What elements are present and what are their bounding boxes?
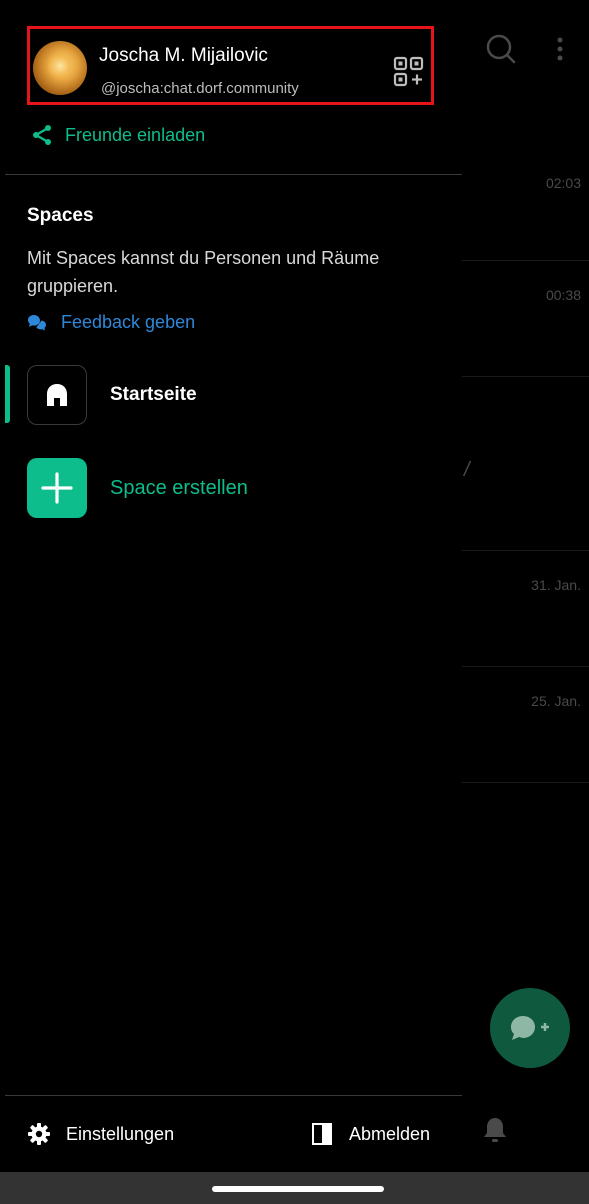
logout-label: Abmelden: [349, 1123, 431, 1144]
room-row[interactable]: /: [462, 377, 589, 551]
search-icon[interactable]: [484, 32, 518, 66]
feedback-link[interactable]: Feedback geben: [27, 312, 195, 333]
logout-button[interactable]: Abmelden: [311, 1122, 430, 1146]
create-space-tile: [27, 458, 87, 518]
room-row[interactable]: 25. Jan.: [462, 667, 589, 783]
spaces-heading: Spaces: [27, 205, 94, 226]
home-tile: [27, 365, 87, 425]
feedback-chat-icon: [28, 314, 46, 330]
gear-icon: [28, 1123, 50, 1145]
room-timestamp: 25. Jan.: [531, 693, 581, 709]
plus-icon: [41, 472, 73, 504]
new-chat-icon: [511, 1016, 549, 1040]
divider: [5, 174, 462, 175]
create-space-label: Space erstellen: [110, 476, 248, 499]
share-icon: [33, 125, 51, 145]
room-timestamp: 02:03: [545, 175, 581, 191]
room-timestamp: 31. Jan.: [531, 577, 581, 593]
room-timestamp: 00:38: [545, 287, 581, 303]
navigation-drawer: Joscha M. Mijailovic @joscha:chat.dorf.c…: [5, 0, 462, 1172]
spaces-description: Mit Spaces kannst du Personen und Räume …: [27, 248, 380, 296]
room-text-fragment: /: [464, 459, 470, 481]
profile-header[interactable]: Joscha M. Mijailovic @joscha:chat.dorf.c…: [27, 26, 434, 105]
settings-label: Einstellungen: [66, 1123, 175, 1144]
profile-name: Joscha M. Mijailovic: [99, 45, 268, 66]
settings-button[interactable]: Einstellungen: [27, 1122, 174, 1146]
space-item-home[interactable]: Startseite: [27, 365, 197, 425]
home-icon: [47, 384, 67, 406]
home-gesture-handle[interactable]: [212, 1186, 384, 1192]
room-row[interactable]: 31. Jan.: [462, 551, 589, 667]
notifications-bell-icon[interactable]: [482, 1116, 508, 1144]
screen: 02:03 00:38 / 31. Jan. 25. Jan. Joscha M…: [0, 0, 589, 1204]
feedback-label: Feedback geben: [61, 312, 196, 332]
create-space-button[interactable]: Space erstellen: [27, 458, 248, 518]
room-row[interactable]: 02:03: [462, 175, 589, 261]
active-space-indicator: [5, 365, 10, 423]
invite-friends-button[interactable]: Freunde einladen: [31, 124, 205, 146]
new-chat-fab[interactable]: [490, 988, 570, 1068]
room-row[interactable]: 00:38: [462, 261, 589, 377]
qr-code-icon[interactable]: [393, 56, 425, 88]
invite-friends-label: Freunde einladen: [65, 124, 206, 145]
divider: [5, 1095, 462, 1096]
system-navigation-bar: [0, 1172, 589, 1204]
avatar[interactable]: [33, 41, 87, 95]
logout-door-icon: [312, 1123, 332, 1145]
profile-handle: @joscha:chat.dorf.community: [101, 80, 299, 97]
space-item-label: Startseite: [110, 384, 197, 405]
overflow-menu-icon[interactable]: [554, 36, 566, 62]
